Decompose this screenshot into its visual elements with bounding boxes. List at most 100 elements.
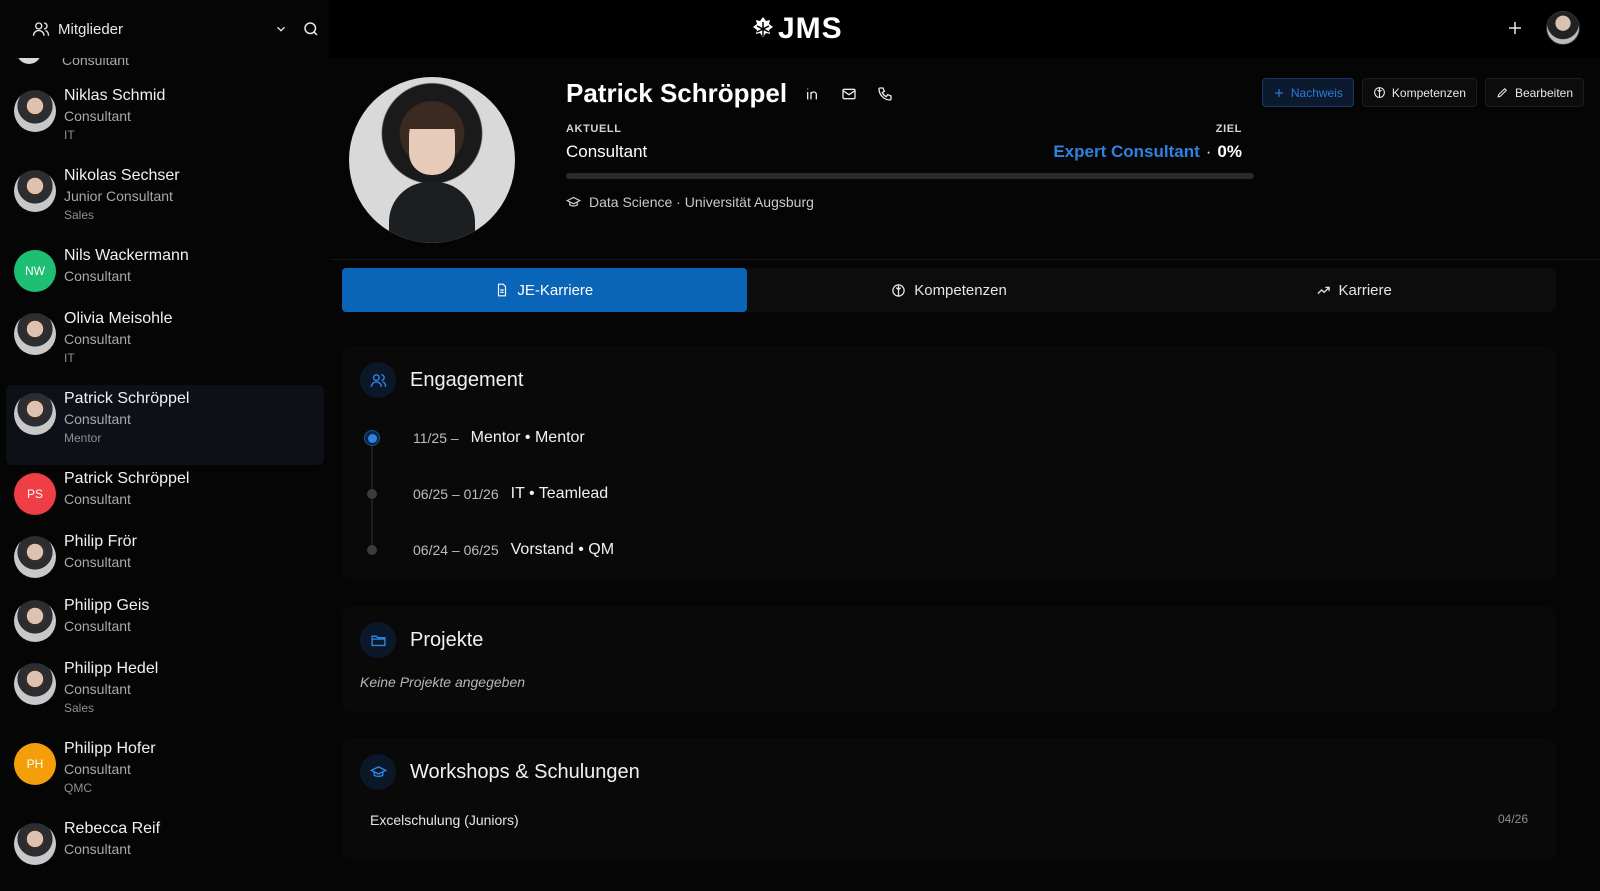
member-avatar: NW <box>14 250 56 292</box>
avatar-initials: PH <box>26 757 44 771</box>
goal-position: Expert Consultant · 0% <box>1053 142 1242 162</box>
pencil-icon <box>1496 86 1509 99</box>
mail-icon[interactable] <box>841 86 857 102</box>
member-name: Patrick Schröppel <box>64 390 190 407</box>
member-avatar: PH <box>14 743 56 785</box>
chevron-down-icon[interactable] <box>274 22 288 36</box>
logo-text: JMS <box>778 12 843 45</box>
sidebar-member-item[interactable]: Philip Frör Consultant <box>6 532 324 578</box>
users-icon <box>360 362 396 398</box>
member-department: Sales <box>64 207 95 222</box>
sidebar-member-item[interactable]: Olivia Meisohle Consultant IT <box>6 309 324 365</box>
timeline-dot <box>364 486 380 502</box>
engagement-title: Engagement <box>410 368 524 391</box>
profile-main: Patrick Schröppel Nachweis Kompetenzen B… <box>330 58 1600 891</box>
member-name: Philipp Geis <box>64 597 150 614</box>
profile-header: Patrick Schröppel <box>566 78 893 109</box>
member-role: Consultant <box>62 58 129 68</box>
member-avatar <box>14 313 56 355</box>
plus-icon[interactable] <box>1506 19 1524 37</box>
nachweis-label: Nachweis <box>1290 85 1343 100</box>
tab-karriere[interactable]: Karriere <box>1151 268 1556 312</box>
workshop-date: 04/26 <box>1497 812 1528 826</box>
member-name: Nils Wackermann <box>64 247 189 264</box>
education-text: Data Science · Universität Augsburg <box>589 194 814 210</box>
kompetenzen-button[interactable]: Kompetenzen <box>1361 78 1477 107</box>
projects-card: Projekte Keine Projekte angegeben <box>342 606 1556 712</box>
current-label: AKTUELL <box>566 123 622 135</box>
tab-je-karriere[interactable]: JE-Karriere <box>342 268 747 312</box>
brain-icon <box>1373 86 1386 99</box>
avatar-initials: PS <box>26 487 43 501</box>
sidebar-member-item[interactable]: NW Nils Wackermann Consultant <box>6 246 324 292</box>
member-department: Mentor <box>64 430 102 445</box>
member-role: Consultant <box>64 841 131 858</box>
member-avatar <box>14 600 56 642</box>
engagement-card: Engagement 11/25 – Mentor • Mentor 06/25… <box>342 346 1556 580</box>
member-name: Rebecca Reif <box>64 820 161 837</box>
sidebar-member-item[interactable]: Philipp Geis Consultant <box>6 596 324 642</box>
current-position: Consultant <box>566 142 648 161</box>
workshop-item[interactable]: Excelschulung (Juniors) 04/26 <box>342 790 1556 828</box>
member-avatar <box>14 393 56 435</box>
tab-kompetenzen[interactable]: Kompetenzen <box>747 268 1152 312</box>
profile-photo <box>349 77 515 243</box>
document-icon <box>495 283 509 297</box>
timeline-date: 06/25 – 01/26 <box>413 486 499 502</box>
plus-icon <box>1273 87 1285 99</box>
divider <box>330 259 1600 260</box>
projects-empty-text: Keine Projekte angegeben <box>360 674 526 690</box>
kompetenzen-label: Kompetenzen <box>1391 85 1466 100</box>
member-department: IT <box>64 127 75 142</box>
profile-name: Patrick Schröppel <box>566 78 788 108</box>
timeline-title: Vorstand • QM <box>510 541 615 558</box>
members-sidebar: Consultant Niklas Schmid Consultant IT Niko… <box>0 58 330 891</box>
member-role: Consultant <box>64 618 131 635</box>
user-avatar[interactable] <box>1546 11 1580 45</box>
member-avatar <box>14 536 56 578</box>
timeline-title: IT • Teamlead <box>510 485 609 502</box>
member-avatar <box>14 58 44 64</box>
sidebar-member-item[interactable]: PH Philipp Hofer Consultant QMC <box>6 739 324 795</box>
edit-label: Bearbeiten <box>1514 85 1573 100</box>
member-role: Consultant <box>64 268 131 285</box>
timeline-date: 11/25 – <box>413 430 459 446</box>
edit-button[interactable]: Bearbeiten <box>1484 78 1584 107</box>
tab-label: Karriere <box>1338 281 1392 299</box>
linkedin-icon[interactable] <box>805 86 821 102</box>
members-label: Mitglieder <box>58 20 124 38</box>
tab-label: JE-Karriere <box>517 281 594 299</box>
sidebar-member-item[interactable]: Philipp Hedel Consultant Sales <box>6 659 324 715</box>
sidebar-member-item[interactable]: Rebecca Reif Consultant <box>6 819 324 865</box>
member-role: Consultant <box>64 491 131 508</box>
app-logo[interactable]: JMS <box>752 12 843 46</box>
sidebar-member-item[interactable]: PS Patrick Schröppel Consultant <box>6 469 324 515</box>
member-role: Consultant <box>64 554 131 571</box>
member-avatar <box>14 823 56 865</box>
member-department: IT <box>64 350 75 365</box>
member-role: Consultant <box>64 761 131 778</box>
trending-up-icon <box>1316 283 1331 298</box>
sidebar-member-item[interactable]: Niklas Schmid Consultant IT <box>6 86 324 142</box>
search-icon[interactable] <box>302 20 320 38</box>
avatar-initials: NW <box>25 264 45 278</box>
tab-label: Kompetenzen <box>914 281 1007 299</box>
members-dropdown[interactable]: Mitglieder <box>32 20 123 38</box>
engagement-timeline: 11/25 – Mentor • Mentor 06/25 – 01/26 IT… <box>360 410 1556 578</box>
sidebar-member-item[interactable]: Patrick Schröppel Consultant Mentor <box>6 385 324 465</box>
add-nachweis-button[interactable]: Nachweis <box>1261 78 1354 107</box>
member-department: QMC <box>64 780 92 795</box>
sidebar-member-item[interactable]: Nikolas Sechser Junior Consultant Sales <box>6 166 324 222</box>
workshop-name: Excelschulung (Juniors) <box>370 812 519 828</box>
brain-icon <box>891 283 906 298</box>
users-icon <box>32 20 50 38</box>
member-name: Nikolas Sechser <box>64 167 180 184</box>
members-selector-bar: Mitglieder <box>0 0 330 58</box>
goal-value: Expert Consultant <box>1053 142 1200 161</box>
timeline-date: 06/24 – 06/25 <box>413 542 499 558</box>
folder-icon <box>360 622 396 658</box>
timeline-dot <box>364 542 380 558</box>
phone-icon[interactable] <box>877 86 893 102</box>
member-name: Patrick Schröppel <box>64 470 190 487</box>
timeline-item: 06/25 – 01/26 IT • Teamlead <box>360 466 1556 522</box>
